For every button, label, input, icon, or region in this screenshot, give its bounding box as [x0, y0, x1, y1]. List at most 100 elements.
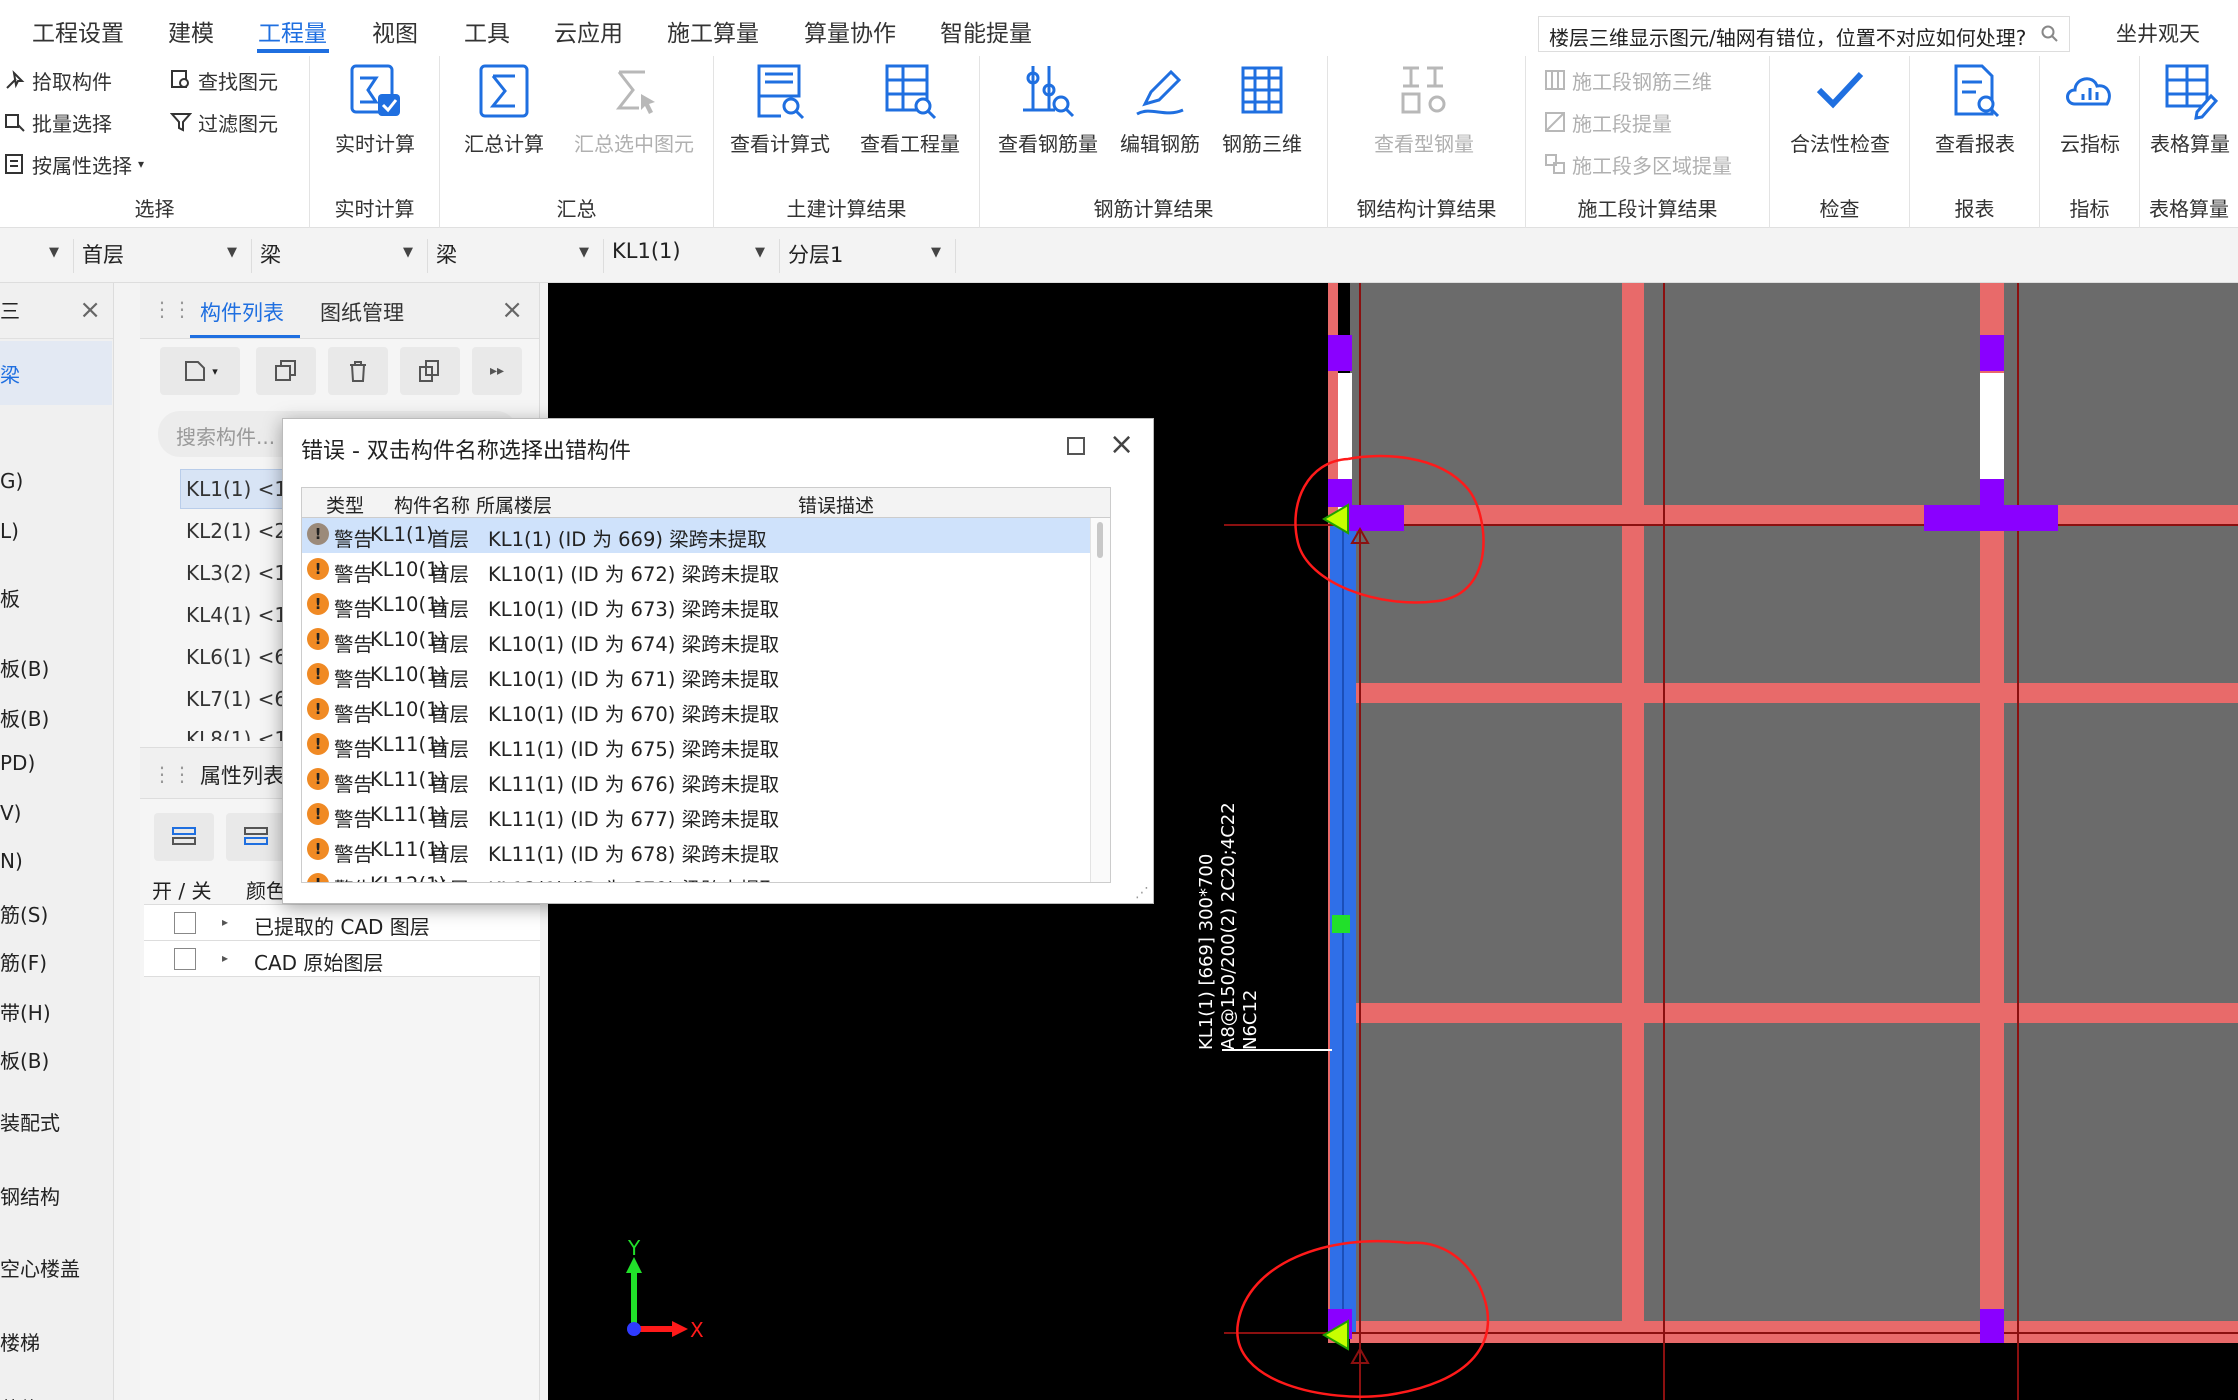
view-formula-button[interactable]: 查看计算式 — [718, 60, 842, 188]
new-component-button[interactable]: ▾ — [160, 347, 240, 395]
nav-item[interactable]: 板(B) — [0, 1045, 49, 1074]
beam[interactable] — [1350, 505, 2238, 525]
close-icon[interactable]: × — [1109, 427, 1134, 462]
error-row[interactable]: ! 警告 KL1(1) 首层 KL1(1) (ID 为 669) 梁跨未提取 — [302, 518, 1092, 553]
component-list-item[interactable]: KL1(1) <1 — [186, 477, 287, 501]
table-scrollbar[interactable] — [1090, 518, 1110, 882]
column[interactable] — [1980, 335, 2004, 371]
menu-construction-quantity[interactable]: 施工算量 — [667, 14, 759, 48]
nav-item[interactable]: PD) — [0, 751, 35, 775]
nav-item[interactable]: 筋(F) — [0, 947, 47, 976]
pick-component-button[interactable]: 拾取构件 — [4, 64, 112, 96]
error-row[interactable]: ! 警告 KL11(1) 首层 KL11(1) (ID 为 676) 梁跨未提取 — [302, 763, 1092, 798]
menu-collaboration[interactable]: 算量协作 — [804, 14, 896, 48]
resize-grip-icon[interactable]: ⋰ — [1135, 885, 1149, 901]
selector-floor[interactable]: 首层 ▼ — [74, 239, 252, 273]
layer-settings-button[interactable] — [154, 813, 214, 861]
beam[interactable] — [1622, 283, 1644, 1343]
drag-handle-icon[interactable]: ⋮⋮ — [152, 762, 192, 786]
column[interactable] — [1980, 479, 2004, 507]
beam[interactable] — [1350, 683, 2238, 703]
drag-handle-icon[interactable]: ⋮⋮ — [152, 297, 192, 321]
error-row[interactable]: ! 警告 KL11(1) 首层 KL11(1) (ID 为 678) 梁跨未提取 — [302, 833, 1092, 868]
nav-item[interactable]: N) — [0, 849, 23, 873]
scrollbar-thumb[interactable] — [1097, 522, 1103, 558]
column-name[interactable]: 构件名称 — [394, 491, 470, 518]
summary-calc-button[interactable]: 汇总计算 — [442, 60, 566, 188]
menu-cloud-app[interactable]: 云应用 — [554, 14, 623, 48]
error-row[interactable]: ! 警告 KL10(1) 首层 KL10(1) (ID 为 673) 梁跨未提取 — [302, 588, 1092, 623]
error-row[interactable]: !警告KL12(1)首层KL12(1) (ID 为 679) 梁跨未提取 — [302, 868, 1092, 882]
menu-smart-extract[interactable]: 智能提量 — [940, 14, 1032, 48]
error-row[interactable]: ! 警告 KL10(1) 首层 KL10(1) (ID 为 672) 梁跨未提取 — [302, 553, 1092, 588]
search-icon[interactable] — [2041, 25, 2059, 43]
nav-group-prefab[interactable]: 装配式 — [0, 1107, 60, 1136]
nav-item[interactable]: L) — [0, 519, 19, 543]
tab-component-list[interactable]: 构件列表 — [200, 297, 284, 327]
selector-project[interactable]: ▼ — [0, 239, 74, 273]
nav-item[interactable]: 板(B) — [0, 703, 49, 732]
selector-category[interactable]: 梁 ▼ — [252, 239, 428, 273]
error-row[interactable]: ! 警告 KL11(1) 首层 KL11(1) (ID 为 675) 梁跨未提取 — [302, 728, 1092, 763]
more-tools-button[interactable]: ▸▸ — [472, 347, 522, 395]
summary-selected-button[interactable]: 汇总选中图元 — [572, 60, 696, 188]
close-icon[interactable]: × — [501, 295, 523, 325]
nav-item[interactable]: V) — [0, 801, 21, 825]
view-steel-button[interactable]: 查看型钢量 — [1362, 60, 1486, 188]
find-element-button[interactable]: 查找图元 — [170, 64, 278, 96]
expand-arrow-icon[interactable]: ▸ — [222, 951, 228, 965]
close-icon[interactable]: × — [79, 295, 101, 325]
view-quantity-button[interactable]: 查看工程量 — [848, 60, 972, 188]
tab-drawing-management[interactable]: 图纸管理 — [320, 297, 404, 327]
table-calc-button[interactable]: 表格算量 — [2128, 60, 2238, 188]
error-row[interactable]: ! 警告 KL10(1) 首层 KL10(1) (ID 为 670) 梁跨未提取 — [302, 693, 1092, 728]
menu-quantity[interactable]: 工程量 — [258, 14, 327, 48]
nav-item-beam[interactable]: 梁 — [0, 359, 20, 388]
user-name[interactable]: 坐井观天 — [2116, 18, 2200, 48]
layer-visible-checkbox[interactable] — [174, 912, 196, 934]
help-search-input[interactable]: 楼层三维显示图元/轴网有错位，位置不对应如何处理? — [1538, 16, 2070, 52]
column-floor[interactable]: 所属楼层 — [476, 491, 552, 518]
column[interactable] — [1980, 1309, 2004, 1343]
column[interactable] — [1348, 505, 1404, 531]
duplicate-component-button[interactable] — [400, 347, 460, 395]
view-rebar-button[interactable]: 查看钢筋量 — [986, 60, 1110, 188]
component-list-item[interactable]: KL8(1) <1 — [186, 727, 287, 741]
nav-item[interactable]: 筋(S) — [0, 899, 48, 928]
batch-select-button[interactable]: 批量选择 — [4, 106, 112, 138]
nav-group-decoration[interactable]: 装修 — [0, 1393, 40, 1400]
component-list-item[interactable]: KL7(1) <6 — [186, 687, 287, 711]
selector-component[interactable]: KL1(1) ▼ — [604, 239, 780, 273]
nav-group-steel[interactable]: 钢结构 — [0, 1181, 60, 1210]
beam-annotation[interactable]: KL1(1) [669] 300*700 A8@150/200(2) 2C20;… — [1196, 802, 1261, 1050]
menu-view[interactable]: 视图 — [372, 14, 418, 48]
stage-extract-button[interactable]: 施工段提量 — [1544, 106, 1672, 138]
error-row[interactable]: ! 警告 KL10(1) 首层 KL10(1) (ID 为 674) 梁跨未提取 — [302, 623, 1092, 658]
layer-filter-button[interactable] — [226, 813, 286, 861]
realtime-calc-button[interactable]: 实时计算 — [313, 60, 437, 188]
nav-item-slab[interactable]: 板 — [0, 583, 20, 612]
slab-area[interactable] — [1350, 283, 2238, 1343]
nav-item[interactable]: G) — [0, 469, 23, 493]
beam-midpoint-grip[interactable] — [1332, 915, 1350, 933]
component-list-item[interactable]: KL3(2) <1 — [186, 561, 287, 585]
beam[interactable] — [1350, 1003, 2238, 1023]
nav-group-hollow-slab[interactable]: 空心楼盖 — [0, 1253, 80, 1282]
nav-item[interactable]: 带(H) — [0, 997, 51, 1026]
copy-component-button[interactable] — [256, 347, 316, 395]
stage-rebar-3d-button[interactable]: 施工段钢筋三维 — [1544, 64, 1712, 96]
menu-tools[interactable]: 工具 — [464, 14, 510, 48]
nav-group-stairs[interactable]: 楼梯 — [0, 1327, 40, 1356]
error-row[interactable]: ! 警告 KL10(1) 首层 KL10(1) (ID 为 671) 梁跨未提取 — [302, 658, 1092, 693]
menu-project-settings[interactable]: 工程设置 — [32, 14, 124, 48]
component-list-item[interactable]: KL2(1) <2 — [186, 519, 287, 543]
selector-layer[interactable]: 分层1 ▼ — [780, 239, 956, 273]
stage-multi-area-button[interactable]: 施工段多区域提量 — [1544, 148, 1732, 180]
validity-check-button[interactable]: 合法性检查 — [1778, 60, 1902, 188]
error-row[interactable]: ! 警告 KL11(1) 首层 KL11(1) (ID 为 677) 梁跨未提取 — [302, 798, 1092, 833]
nav-item[interactable]: 板(B) — [0, 653, 49, 682]
view-report-button[interactable]: 查看报表 — [1913, 60, 2037, 188]
rebar-3d-button[interactable]: 钢筋三维 — [1200, 60, 1324, 188]
menu-modeling[interactable]: 建模 — [168, 14, 214, 48]
component-list-item[interactable]: KL6(1) <6 — [186, 645, 287, 669]
